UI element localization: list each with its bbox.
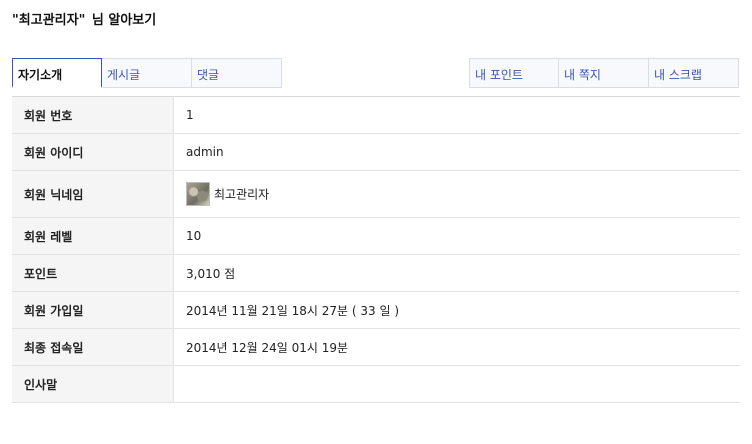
table-row: 회원 닉네임 최고관리자 [12, 170, 740, 218]
table-row: 최종 접속일 2014년 12월 24일 01시 19분 [12, 328, 740, 366]
table-row: 인사말 [12, 365, 740, 403]
tab-comments[interactable]: 댓글 [192, 58, 282, 88]
row-label: 최종 접속일 [12, 328, 174, 366]
row-label: 포인트 [12, 254, 174, 292]
member-id-value: admin [173, 133, 740, 171]
row-label: 인사말 [12, 365, 174, 403]
member-name-title: "최고관리자" [12, 13, 86, 28]
member-info-table: 회원 번호 1 회원 아이디 admin 회원 닉네임 최고관리자 회원 레벨 … [12, 96, 740, 403]
tab-my-points[interactable]: 내 포인트 [469, 58, 559, 88]
join-date-value: 2014년 11월 21일 18시 27분 ( 33 일 ) [173, 291, 740, 329]
points-value: 3,010 점 [173, 254, 740, 292]
tab-my-messages[interactable]: 내 쪽지 [559, 58, 649, 88]
tab-my-scraps[interactable]: 내 스크랩 [649, 58, 739, 88]
row-label: 회원 레벨 [12, 217, 174, 255]
row-label: 회원 가입일 [12, 291, 174, 329]
table-row: 포인트 3,010 점 [12, 254, 740, 292]
my-menu-tabs: 내 포인트 내 쪽지 내 스크랩 [469, 58, 739, 88]
table-row: 회원 아이디 admin [12, 133, 740, 171]
member-number-value: 1 [173, 96, 740, 134]
table-row: 회원 가입일 2014년 11월 21일 18시 27분 ( 33 일 ) [12, 291, 740, 329]
page-title: "최고관리자" 님 알아보기 [12, 9, 156, 28]
member-nickname-value: 최고관리자 [214, 187, 270, 202]
row-label: 회원 번호 [12, 96, 174, 134]
member-level-value: 10 [173, 217, 740, 255]
table-row: 회원 번호 1 [12, 96, 740, 134]
row-label: 회원 닉네임 [12, 170, 174, 218]
last-login-value: 2014년 12월 24일 01시 19분 [173, 328, 740, 366]
tab-introduction[interactable]: 자기소개 [12, 58, 102, 88]
greeting-value [173, 365, 740, 403]
member-nickname-cell: 최고관리자 [173, 170, 740, 218]
profile-tabs: 자기소개 게시글 댓글 [12, 58, 282, 88]
row-label: 회원 아이디 [12, 133, 174, 171]
title-suffix: 님 알아보기 [91, 13, 157, 28]
tab-posts[interactable]: 게시글 [102, 58, 192, 88]
avatar [186, 182, 210, 206]
table-row: 회원 레벨 10 [12, 217, 740, 255]
